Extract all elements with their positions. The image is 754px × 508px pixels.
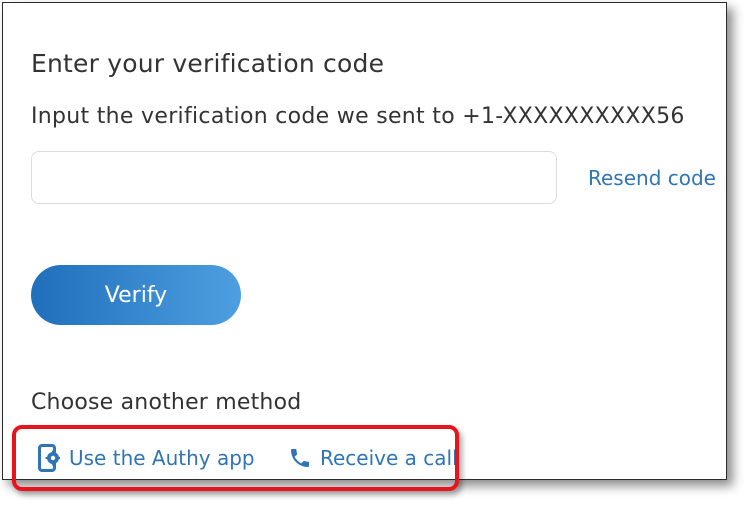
verification-instructions: Input the verification code we sent to +… [31,104,685,129]
choose-method-heading: Choose another method [31,390,302,415]
page-title: Enter your verification code [31,49,385,78]
verification-dialog: Enter your verification code Input the v… [2,2,727,480]
verify-button[interactable]: Verify [31,265,241,325]
annotation-highlight-box [12,425,459,491]
verification-code-input[interactable] [31,151,557,204]
resend-code-link[interactable]: Resend code [588,166,716,190]
